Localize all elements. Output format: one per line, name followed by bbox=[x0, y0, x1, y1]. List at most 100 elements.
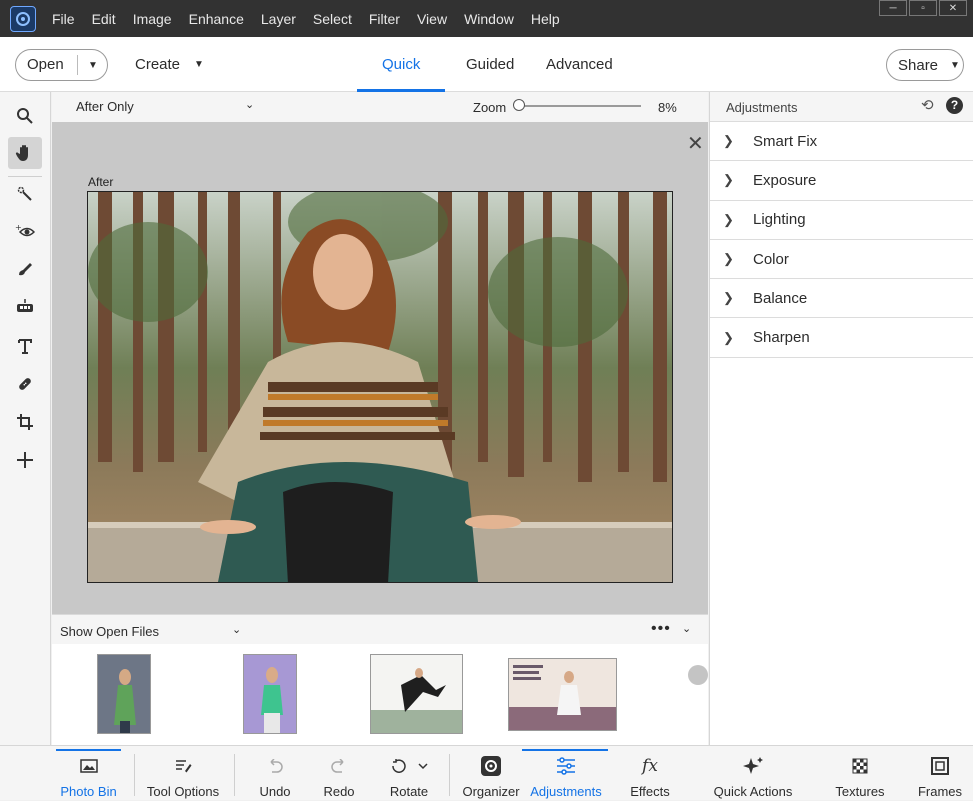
effects-label: Effects bbox=[630, 784, 670, 799]
reset-icon[interactable]: ⟲ bbox=[921, 96, 934, 114]
photo-bin-button[interactable]: Photo Bin bbox=[56, 746, 121, 801]
top-toolbar: Open ▼ Create ▼ Quick Guided Advanced Sh… bbox=[0, 37, 973, 92]
photo-thumbnail[interactable] bbox=[243, 654, 297, 734]
textures-icon bbox=[852, 756, 868, 776]
adjustment-label: Sharpen bbox=[753, 329, 810, 347]
organizer-label: Organizer bbox=[462, 784, 520, 799]
quick-actions-button[interactable]: Quick Actions bbox=[706, 746, 800, 801]
chevron-right-icon: ❯ bbox=[723, 329, 734, 345]
whiten-teeth-tool-icon[interactable] bbox=[8, 290, 42, 322]
share-button[interactable]: Share ▼ bbox=[886, 49, 964, 81]
menu-view[interactable]: View bbox=[417, 11, 447, 27]
adjustment-color[interactable]: ❯ Color bbox=[710, 240, 973, 280]
crop-tool-icon[interactable] bbox=[8, 406, 42, 438]
taskbar-divider bbox=[134, 754, 135, 796]
adjustments-panel-header: Adjustments ⟲ ? bbox=[710, 92, 973, 122]
menu-help[interactable]: Help bbox=[531, 11, 560, 27]
create-dropdown-icon: ▼ bbox=[194, 59, 204, 70]
tab-advanced[interactable]: Advanced bbox=[546, 56, 613, 73]
zoom-label: Zoom bbox=[473, 100, 507, 115]
hand-tool-icon[interactable] bbox=[8, 137, 42, 169]
help-icon[interactable]: ? bbox=[946, 97, 963, 114]
open-button-label: Open bbox=[16, 55, 78, 75]
zoom-slider-thumb[interactable] bbox=[513, 99, 525, 111]
type-tool-icon[interactable] bbox=[8, 330, 42, 362]
maximize-icon[interactable]: ▫ bbox=[909, 0, 937, 16]
spot-healing-tool-icon[interactable] bbox=[8, 368, 42, 400]
move-tool-icon[interactable] bbox=[8, 444, 42, 476]
photo-thumbnail[interactable] bbox=[508, 658, 617, 731]
zoom-slider-track[interactable] bbox=[519, 105, 641, 107]
tool-options-button[interactable]: Tool Options bbox=[140, 746, 226, 801]
zoom-tool-icon[interactable] bbox=[8, 100, 42, 132]
collapse-chevron-icon[interactable]: ⌄ bbox=[682, 622, 691, 635]
organizer-icon bbox=[480, 756, 502, 776]
menu-select[interactable]: Select bbox=[313, 11, 352, 27]
photo-thumbnail[interactable] bbox=[370, 654, 463, 734]
menu-edit[interactable]: Edit bbox=[92, 11, 116, 27]
share-dropdown-icon: ▼ bbox=[950, 59, 960, 71]
menu-file[interactable]: File bbox=[52, 11, 75, 27]
canvas-area: ✕ After bbox=[52, 122, 708, 614]
tab-quick[interactable]: Quick bbox=[382, 56, 420, 73]
frames-button[interactable]: Frames bbox=[912, 746, 968, 801]
adjustment-smart-fix[interactable]: ❯ Smart Fix bbox=[710, 122, 973, 162]
menu-enhance[interactable]: Enhance bbox=[189, 11, 244, 27]
quick-selection-tool-icon[interactable] bbox=[8, 178, 42, 210]
chevron-down-icon[interactable]: ⌄ bbox=[232, 623, 241, 636]
adjustment-sharpen[interactable]: ❯ Sharpen bbox=[710, 318, 973, 358]
tab-guided[interactable]: Guided bbox=[466, 56, 514, 73]
tool-options-label: Tool Options bbox=[146, 784, 220, 799]
adjustment-balance[interactable]: ❯ Balance bbox=[710, 279, 973, 319]
adjustment-exposure[interactable]: ❯ Exposure bbox=[710, 161, 973, 201]
adjustments-button[interactable]: Adjustments bbox=[524, 746, 608, 801]
effects-button[interactable]: fx Effects bbox=[622, 746, 678, 801]
menu-filter[interactable]: Filter bbox=[369, 11, 400, 27]
organizer-button[interactable]: Organizer bbox=[458, 746, 524, 801]
undo-button[interactable]: Undo bbox=[250, 746, 300, 801]
red-eye-tool-icon[interactable]: + bbox=[8, 216, 42, 248]
taskbar-divider bbox=[234, 754, 235, 796]
taskbar-divider bbox=[449, 754, 450, 796]
textures-button[interactable]: Textures bbox=[828, 746, 892, 801]
close-window-icon[interactable]: ✕ bbox=[939, 0, 967, 16]
photo-bin-scrollbar[interactable] bbox=[688, 665, 708, 685]
view-options-bar: After Only ⌄ Zoom 8% bbox=[52, 92, 708, 122]
menu-layer[interactable]: Layer bbox=[261, 11, 296, 27]
photo-bin-filter-select[interactable]: Show Open Files bbox=[60, 624, 159, 639]
textures-label: Textures bbox=[835, 784, 885, 799]
adjustments-panel: Adjustments ⟲ ? ❯ Smart Fix ❯ Exposure ❯… bbox=[709, 92, 973, 745]
rotate-icon bbox=[389, 756, 429, 776]
quick-actions-label: Quick Actions bbox=[713, 784, 793, 799]
brush-tool-icon[interactable] bbox=[8, 253, 42, 285]
more-options-icon[interactable]: ••• bbox=[651, 620, 671, 638]
create-button[interactable]: Create ▼ bbox=[135, 56, 204, 73]
svg-text:+: + bbox=[15, 223, 22, 232]
frames-icon bbox=[931, 756, 949, 776]
menu-window[interactable]: Window bbox=[464, 11, 514, 27]
open-button[interactable]: Open ▼ bbox=[15, 49, 108, 81]
after-label: After bbox=[88, 175, 114, 189]
photo-thumbnail[interactable] bbox=[97, 654, 151, 734]
app-logo-icon bbox=[10, 5, 36, 32]
undo-label: Undo bbox=[259, 784, 291, 799]
effects-icon: fx bbox=[642, 756, 658, 776]
close-icon[interactable]: ✕ bbox=[687, 134, 704, 154]
view-mode-select[interactable]: After Only bbox=[76, 99, 134, 114]
menu-image[interactable]: Image bbox=[133, 11, 172, 27]
adjustment-label: Lighting bbox=[753, 211, 806, 229]
redo-icon bbox=[330, 756, 348, 776]
rotate-button[interactable]: Rotate bbox=[380, 746, 438, 801]
chevron-right-icon: ❯ bbox=[723, 211, 734, 227]
tools-divider bbox=[8, 176, 42, 177]
tools-panel: + bbox=[0, 92, 51, 745]
adjustment-label: Color bbox=[753, 250, 789, 268]
open-dropdown-icon[interactable]: ▼ bbox=[78, 60, 98, 71]
photo-canvas[interactable] bbox=[87, 191, 673, 583]
chevron-down-icon[interactable]: ⌄ bbox=[245, 98, 254, 111]
create-button-label: Create bbox=[135, 56, 181, 73]
redo-button[interactable]: Redo bbox=[314, 746, 364, 801]
chevron-right-icon: ❯ bbox=[723, 133, 734, 149]
adjustment-lighting[interactable]: ❯ Lighting bbox=[710, 201, 973, 240]
minimize-icon[interactable]: ─ bbox=[879, 0, 907, 16]
